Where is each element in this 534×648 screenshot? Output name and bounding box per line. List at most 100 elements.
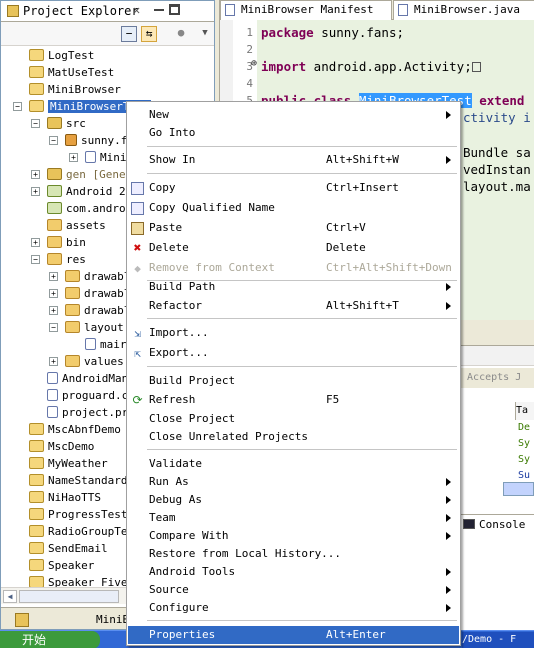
tab-label: MiniBrowser.java bbox=[414, 3, 520, 16]
menu-item-copy[interactable]: Copy Ctrl+Insert bbox=[128, 179, 459, 197]
scroll-left-icon[interactable]: ◀ bbox=[3, 590, 17, 603]
tree-item[interactable]: + drawabl bbox=[49, 268, 131, 285]
tree-item[interactable]: − res bbox=[31, 251, 86, 268]
menu-item-validate[interactable]: Validate bbox=[128, 455, 459, 473]
copy-icon bbox=[131, 202, 144, 215]
tab-minibrowser-java[interactable]: MiniBrowser.java bbox=[393, 0, 534, 20]
expand-icon[interactable]: + bbox=[31, 238, 40, 247]
menu-item-restore-from-local-history[interactable]: Restore from Local History... bbox=[128, 545, 459, 563]
tree-item[interactable]: RadioGroupTes bbox=[29, 523, 134, 540]
minimize-icon[interactable] bbox=[154, 9, 164, 11]
menu-item-properties[interactable]: Properties Alt+Enter bbox=[128, 626, 459, 644]
link-with-editor-icon[interactable]: ⇆ bbox=[141, 26, 157, 42]
tree-item[interactable]: MiniBrowser bbox=[29, 81, 121, 98]
menu-item-refactor[interactable]: Refactor Alt+Shift+T bbox=[128, 297, 459, 315]
tab-console[interactable]: Console ✕ bbox=[455, 514, 534, 534]
tree-item[interactable]: project.pr bbox=[47, 404, 128, 421]
menu-item-refresh[interactable]: ⟳ Refresh F5 bbox=[128, 391, 459, 409]
tree-item[interactable]: LogTest bbox=[29, 47, 94, 64]
menu-item-paste[interactable]: Paste Ctrl+V bbox=[128, 219, 459, 237]
menu-item-source[interactable]: Source bbox=[128, 581, 459, 599]
tree-item[interactable]: + Mini bbox=[69, 149, 127, 166]
collapse-icon[interactable]: − bbox=[31, 119, 40, 128]
tree-item[interactable]: + values bbox=[49, 353, 124, 370]
tree-item[interactable]: MyWeather bbox=[29, 455, 108, 472]
folder-icon bbox=[65, 355, 80, 367]
menu-item-configure[interactable]: Configure bbox=[128, 599, 459, 617]
collapse-icon[interactable]: − bbox=[31, 255, 40, 264]
menu-item-go-into[interactable]: Go Into bbox=[128, 124, 459, 142]
expand-icon[interactable]: + bbox=[49, 306, 58, 315]
tree-item[interactable]: + Android 2. bbox=[31, 183, 132, 200]
tree-item-label: src bbox=[66, 117, 86, 130]
tree-item[interactable]: assets bbox=[47, 217, 106, 234]
tree-item[interactable]: + drawabl bbox=[49, 302, 130, 319]
expand-icon[interactable]: + bbox=[49, 272, 58, 281]
collapse-icon[interactable]: − bbox=[49, 323, 58, 332]
collapse-icon[interactable]: − bbox=[49, 136, 58, 145]
table-header[interactable]: Ta bbox=[515, 402, 534, 420]
new-item-icon[interactable] bbox=[15, 613, 29, 627]
menu-item-export[interactable]: ⇱ Export... bbox=[128, 344, 459, 362]
menu-item-copy-qualified-name[interactable]: Copy Qualified Name bbox=[128, 199, 459, 217]
tree-item[interactable]: SendEmail bbox=[29, 540, 108, 557]
menu-item-compare-with[interactable]: Compare With bbox=[128, 527, 459, 545]
scroll-thumb[interactable] bbox=[19, 590, 119, 603]
tree-item-label: LogTest bbox=[48, 49, 95, 62]
menu-item-android-tools[interactable]: Android Tools bbox=[128, 563, 459, 581]
tree-item-label: RadioGroupTes bbox=[48, 525, 135, 538]
submenu-arrow-icon bbox=[446, 111, 451, 119]
tree-item[interactable]: Speaker bbox=[29, 557, 94, 574]
tree-item-label: drawabl bbox=[84, 270, 131, 283]
refresh-icon: ⟳ bbox=[132, 393, 143, 407]
expand-icon[interactable]: + bbox=[31, 170, 40, 179]
menu-item-close-unrelated-projects[interactable]: Close Unrelated Projects bbox=[128, 428, 459, 446]
tree-item[interactable]: − layout bbox=[49, 319, 124, 336]
tree-item[interactable]: ProgressTest bbox=[29, 506, 127, 523]
start-button[interactable]: 开始 bbox=[0, 631, 100, 648]
menu-item-close-project[interactable]: Close Project bbox=[128, 410, 459, 428]
menu-item-debug-as[interactable]: Debug As bbox=[128, 491, 459, 509]
view-menu-icon[interactable]: ▼ bbox=[197, 26, 213, 42]
menu-item-build-path[interactable]: Build Path bbox=[128, 278, 459, 296]
tree-item[interactable]: MscDemo bbox=[29, 438, 94, 455]
tree-item[interactable]: AndroidMan bbox=[47, 370, 128, 387]
tree-item[interactable]: + gen [Gener bbox=[31, 166, 132, 183]
menu-item-delete[interactable]: ✖ Delete Delete bbox=[128, 239, 459, 257]
menu-item-team[interactable]: Team bbox=[128, 509, 459, 527]
panel-toolbar bbox=[455, 346, 534, 366]
tree-item[interactable]: mair bbox=[85, 336, 127, 353]
tree-item[interactable]: + bin bbox=[31, 234, 86, 251]
collapse-all-icon[interactable]: − bbox=[121, 26, 137, 42]
tree-item[interactable]: proguard.c bbox=[47, 387, 128, 404]
table-cell: Sy bbox=[518, 454, 531, 465]
scroll-thumb[interactable] bbox=[503, 482, 534, 496]
tab-minibrowser-manifest[interactable]: MiniBrowser Manifest bbox=[220, 0, 392, 20]
table-cell: Sy bbox=[518, 438, 531, 449]
menu-item-run-as[interactable]: Run As bbox=[128, 473, 459, 491]
tree-item[interactable]: NiHaoTTS bbox=[29, 489, 101, 506]
project-explorer-tab[interactable]: Project Explorer ✕ bbox=[1, 1, 214, 22]
tree-item[interactable]: + drawabl bbox=[49, 285, 130, 302]
expand-icon[interactable]: + bbox=[49, 357, 58, 366]
tree-item[interactable]: com.androi bbox=[47, 200, 132, 217]
tree-item[interactable]: NameStandard bbox=[29, 472, 127, 489]
focus-icon[interactable]: ● bbox=[173, 26, 189, 42]
menu-item-build-project[interactable]: Build Project bbox=[128, 372, 459, 390]
tree-item[interactable]: MatUseTest bbox=[29, 64, 114, 81]
menu-item-new[interactable]: New bbox=[128, 106, 459, 124]
expand-icon[interactable]: + bbox=[69, 153, 78, 162]
menu-item-import[interactable]: ⇲ Import... bbox=[128, 324, 459, 342]
console-label: Console bbox=[479, 518, 526, 531]
taskbar-window-button[interactable]: /Demo - F bbox=[462, 632, 534, 648]
collapse-icon[interactable]: − bbox=[13, 102, 22, 111]
maximize-icon[interactable] bbox=[169, 4, 180, 15]
tree-item[interactable]: − sunny.f bbox=[49, 132, 127, 149]
tree-item[interactable]: MscAbnfDemo bbox=[29, 421, 121, 438]
close-icon[interactable]: ✕ bbox=[133, 3, 140, 17]
expand-icon[interactable]: + bbox=[31, 187, 40, 196]
menu-item-show-in[interactable]: Show In Alt+Shift+W bbox=[128, 151, 459, 169]
expand-icon[interactable]: + bbox=[49, 289, 58, 298]
tree-item[interactable]: − src bbox=[31, 115, 86, 132]
source-folder-icon bbox=[47, 117, 62, 129]
